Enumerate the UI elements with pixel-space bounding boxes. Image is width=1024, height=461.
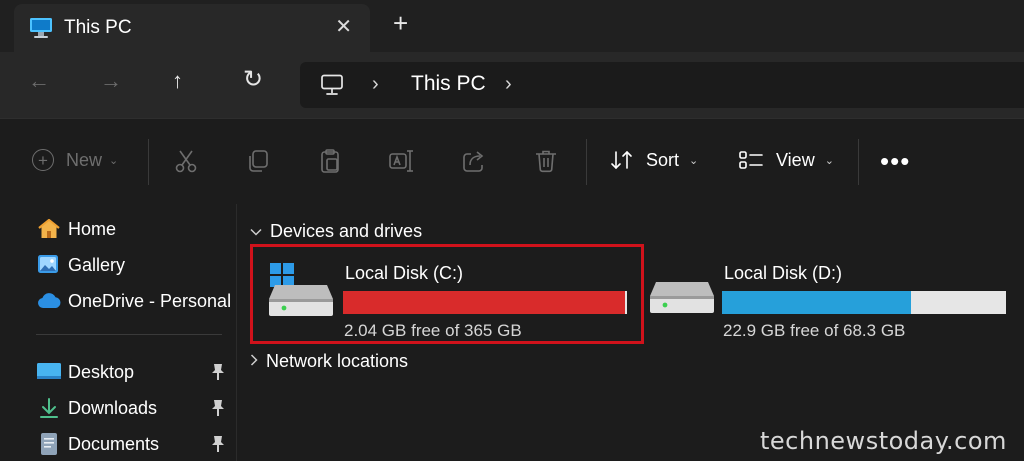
pin-icon[interactable] [210, 399, 226, 422]
hard-drive-icon [269, 283, 333, 322]
sidebar-item-label: Desktop [68, 361, 135, 382]
drive-tile-d[interactable]: Local Disk (D:) 22.9 GB free of 68.3 GB [648, 244, 1024, 344]
downloads-icon [36, 396, 62, 420]
cut-icon[interactable] [172, 147, 200, 175]
desktop-icon [36, 360, 62, 384]
navigation-pane: Home Gallery OneDrive - Personal Desktop… [0, 204, 237, 461]
paste-icon[interactable] [316, 147, 344, 175]
drive-usage-fill [722, 291, 911, 314]
delete-icon[interactable] [532, 147, 560, 175]
rename-icon[interactable] [388, 147, 416, 175]
sort-button[interactable]: Sort ⌄ [610, 149, 698, 171]
toolbar-divider [858, 139, 859, 185]
breadcrumb-separator[interactable]: › [505, 73, 512, 96]
plus-circle-icon: + [32, 149, 54, 171]
sidebar-divider [36, 334, 222, 335]
address-bar[interactable]: › This PC › [300, 62, 1024, 108]
drive-tile-c[interactable]: Local Disk (C:) 2.04 GB free of 365 GB [250, 244, 644, 344]
drive-name: Local Disk (C:) [345, 263, 464, 283]
tab-title: This PC [64, 17, 132, 38]
drive-usage-bar [343, 291, 627, 314]
sidebar-item-label: Downloads [68, 397, 158, 418]
pc-icon [29, 17, 53, 44]
tab-strip: This PC ✕ + [0, 0, 1024, 52]
home-icon [36, 217, 62, 241]
view-button[interactable]: View ⌄ [738, 149, 834, 171]
gallery-icon [36, 253, 62, 277]
more-options-icon[interactable]: ••• [880, 148, 910, 174]
sidebar-item-gallery[interactable]: Gallery [36, 249, 232, 281]
close-icon[interactable]: ✕ [335, 14, 352, 39]
forward-arrow-icon[interactable]: → [100, 70, 122, 92]
devices-and-drives-header[interactable]: Devices and drives [250, 221, 422, 242]
refresh-icon[interactable]: ↻ [243, 68, 263, 92]
tab-this-pc[interactable]: This PC ✕ [14, 4, 370, 52]
view-icon [738, 149, 764, 171]
sidebar-item-label: OneDrive - Personal [68, 290, 232, 311]
toolbar-divider [148, 139, 149, 185]
content-area: Devices and drives Local Disk (C:) 2.04 … [238, 204, 1024, 461]
chevron-down-icon: ⌄ [824, 154, 834, 167]
pin-icon[interactable] [210, 363, 226, 386]
sidebar-item-home[interactable]: Home [36, 213, 232, 245]
toolbar-divider [586, 139, 587, 185]
drive-name: Local Disk (D:) [724, 263, 843, 283]
chevron-right-icon [250, 354, 258, 369]
new-tab-button[interactable]: + [393, 10, 408, 36]
drive-free-space: 22.9 GB free of 68.3 GB [723, 321, 906, 340]
new-label: New [66, 149, 103, 170]
breadcrumb[interactable]: This PC [411, 72, 486, 96]
share-icon[interactable] [460, 147, 488, 175]
monitor-icon [320, 74, 344, 101]
group-label: Network locations [266, 351, 409, 371]
command-bar: + New ⌄ Sort ⌄ View ⌄ [0, 118, 1024, 204]
chevron-down-icon: ⌄ [109, 154, 119, 167]
new-button[interactable]: + New ⌄ [32, 149, 118, 171]
sort-icon [610, 149, 634, 171]
sidebar-item-label: Home [68, 218, 117, 239]
sidebar-item-documents[interactable]: Documents [36, 428, 232, 460]
documents-icon [36, 432, 62, 456]
view-label: View [776, 149, 815, 170]
network-locations-header[interactable]: Network locations [250, 351, 408, 372]
group-label: Devices and drives [270, 221, 423, 241]
sidebar-item-desktop[interactable]: Desktop [36, 356, 232, 388]
sort-label: Sort [646, 149, 680, 170]
copy-icon[interactable] [244, 147, 272, 175]
up-arrow-icon[interactable]: ↑ [172, 70, 183, 92]
sidebar-item-label: Documents [68, 433, 160, 454]
drive-free-space: 2.04 GB free of 365 GB [344, 321, 522, 340]
drive-usage-bar [722, 291, 1006, 314]
cloud-icon [36, 289, 62, 313]
sidebar-item-downloads[interactable]: Downloads [36, 392, 232, 424]
drive-usage-fill [343, 291, 626, 314]
pin-icon[interactable] [210, 435, 226, 458]
navigation-bar: ← → ↑ ↻ › This PC › [0, 52, 1024, 118]
chevron-down-icon: ⌄ [689, 154, 699, 167]
chevron-down-icon [250, 224, 262, 239]
sidebar-item-onedrive[interactable]: OneDrive - Personal [36, 285, 232, 317]
watermark: technewstoday.com [760, 427, 1007, 455]
sidebar-item-label: Gallery [68, 254, 126, 275]
back-arrow-icon[interactable]: ← [28, 70, 50, 92]
breadcrumb-separator[interactable]: › [372, 73, 379, 96]
hard-drive-icon [650, 280, 714, 319]
